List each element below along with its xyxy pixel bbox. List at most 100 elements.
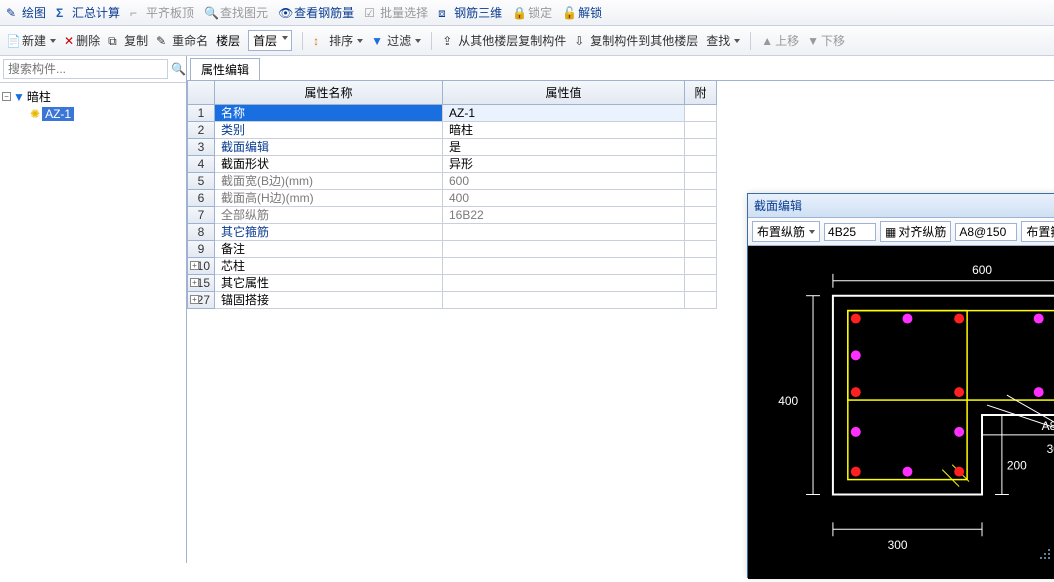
draw-button[interactable]: ✎绘图 — [6, 4, 46, 21]
row-number: 3 — [187, 139, 215, 156]
pencil-icon: ✎ — [6, 6, 20, 20]
prop-attach[interactable] — [685, 139, 717, 156]
rename-icon: ✎ — [156, 34, 170, 48]
rename-button[interactable]: ✎重命名 — [156, 32, 208, 49]
prop-name: 备注 — [215, 241, 443, 258]
prop-value[interactable]: 600 — [443, 173, 685, 190]
sort-button[interactable]: ↕排序 — [313, 32, 363, 49]
move-down-button[interactable]: ▼下移 — [807, 32, 845, 49]
prop-attach[interactable] — [685, 224, 717, 241]
prop-attach[interactable] — [685, 105, 717, 122]
prop-name: 截面高(H边)(mm) — [215, 190, 443, 207]
delete-button[interactable]: ✕删除 — [64, 32, 100, 49]
tab-property-edit[interactable]: 属性编辑 — [190, 58, 260, 80]
align-top-button[interactable]: ⌐平齐板顶 — [130, 4, 194, 21]
copy-to-button[interactable]: ⇩复制构件到其他楼层 — [574, 32, 698, 49]
copy-from-icon: ⇪ — [442, 34, 456, 48]
left-panel: 🔍 − ▼ 暗柱 ✺ AZ-1 — [0, 56, 187, 563]
prop-attach[interactable] — [685, 258, 717, 275]
table-row[interactable]: 3截面编辑是 — [187, 139, 1054, 156]
new-button[interactable]: 📄新建 — [6, 32, 56, 49]
dim-600: 600 — [972, 263, 992, 277]
expand-icon[interactable]: + — [190, 295, 199, 304]
long-value-input[interactable] — [824, 223, 876, 241]
tree-root-label: 暗柱 — [27, 88, 51, 105]
align-long-button[interactable]: ▦对齐纵筋 — [880, 221, 951, 242]
collapse-icon[interactable]: − — [2, 92, 11, 101]
prop-value[interactable] — [443, 275, 685, 292]
prop-value[interactable]: 暗柱 — [443, 122, 685, 139]
search-button[interactable]: 🔍 — [171, 60, 186, 78]
prop-value[interactable]: 异形 — [443, 156, 685, 173]
prop-value[interactable]: AZ-1 — [443, 105, 685, 122]
table-row[interactable]: 5截面宽(B边)(mm)600 — [187, 173, 1054, 190]
prop-attach[interactable] — [685, 190, 717, 207]
unlock-button[interactable]: 🔓解锁 — [562, 4, 602, 21]
eye-icon: 👁 — [278, 6, 292, 20]
prop-value[interactable] — [443, 224, 685, 241]
expand-icon[interactable]: + — [190, 278, 199, 287]
prop-value[interactable]: 400 — [443, 190, 685, 207]
layout-stirrup-button[interactable]: 布置箍筋 — [1021, 221, 1054, 242]
find-button[interactable]: 查找 — [706, 32, 740, 49]
row-number: 2 — [187, 122, 215, 139]
filter-button[interactable]: ▼过滤 — [371, 32, 421, 49]
filter-icon: ▼ — [13, 90, 25, 104]
row-number: 15+ — [187, 275, 215, 292]
unlock-icon: 🔓 — [562, 6, 576, 20]
table-row[interactable]: 1名称AZ-1 — [187, 105, 1054, 122]
prop-name: 名称 — [215, 105, 443, 122]
prop-attach[interactable] — [685, 207, 717, 224]
prop-value[interactable] — [443, 292, 685, 309]
prop-attach[interactable] — [685, 156, 717, 173]
popup-title-text: 截面编辑 — [754, 197, 802, 214]
floor-label: 楼层 — [216, 32, 240, 49]
copy-from-button[interactable]: ⇪从其他楼层复制构件 — [442, 32, 566, 49]
prop-name: 全部纵筋 — [215, 207, 443, 224]
lock-button[interactable]: 🔒锁定 — [512, 4, 552, 21]
tree-item[interactable]: ✺ AZ-1 — [2, 106, 184, 122]
stirrup-value-input[interactable] — [955, 223, 1017, 241]
expand-icon[interactable]: + — [190, 261, 199, 270]
col-header-attach[interactable]: 附 — [685, 81, 717, 105]
tree-root[interactable]: − ▼ 暗柱 — [2, 87, 184, 106]
prop-value[interactable]: 是 — [443, 139, 685, 156]
section-canvas[interactable]: 600 200 400 300 300 200 A8@150 — [748, 246, 1054, 579]
grid-corner — [187, 81, 215, 105]
sum-button[interactable]: Σ汇总计算 — [56, 4, 120, 21]
row-number: 9 — [187, 241, 215, 258]
copy-button[interactable]: ⧉复制 — [108, 32, 148, 49]
prop-value[interactable]: 16B22 — [443, 207, 685, 224]
find-elem-button[interactable]: 🔍查找图元 — [204, 4, 268, 21]
prop-attach[interactable] — [685, 122, 717, 139]
col-header-name[interactable]: 属性名称 — [215, 81, 443, 105]
prop-value[interactable] — [443, 241, 685, 258]
stirrup-label: A8@150 — [1042, 419, 1054, 433]
table-row[interactable]: 4截面形状异形 — [187, 156, 1054, 173]
prop-value[interactable] — [443, 258, 685, 275]
view-rebar-button[interactable]: 👁查看钢筋量 — [278, 4, 354, 21]
prop-attach[interactable] — [685, 292, 717, 309]
resize-grip-icon — [1039, 548, 1051, 560]
grid-icon: ▦ — [885, 225, 896, 239]
search-input[interactable] — [3, 59, 168, 79]
batch-select-button[interactable]: ☑批量选择 — [364, 4, 428, 21]
filter-icon: ▼ — [371, 34, 385, 48]
table-row[interactable]: 2类别暗柱 — [187, 122, 1054, 139]
align-icon: ⌐ — [130, 6, 144, 20]
row-number: 1 — [187, 105, 215, 122]
dim-200b: 200 — [1007, 459, 1027, 473]
col-header-value[interactable]: 属性值 — [443, 81, 685, 105]
prop-name: 截面形状 — [215, 156, 443, 173]
rebar-3d-button[interactable]: ⧈钢筋三维 — [438, 4, 502, 21]
floor-select[interactable]: 首层 — [248, 30, 292, 51]
new-icon: 📄 — [6, 34, 20, 48]
layout-long-button[interactable]: 布置纵筋 — [752, 221, 820, 242]
prop-attach[interactable] — [685, 173, 717, 190]
prop-attach[interactable] — [685, 241, 717, 258]
prop-attach[interactable] — [685, 275, 717, 292]
popup-titlebar[interactable]: 截面编辑 — [748, 194, 1054, 217]
cube-icon: ⧈ — [438, 6, 452, 20]
right-panel: 属性编辑 属性名称 属性值 附 1名称AZ-12类别暗柱3截面编辑是4截面形状异… — [187, 56, 1054, 563]
move-up-button[interactable]: ▲上移 — [761, 32, 799, 49]
